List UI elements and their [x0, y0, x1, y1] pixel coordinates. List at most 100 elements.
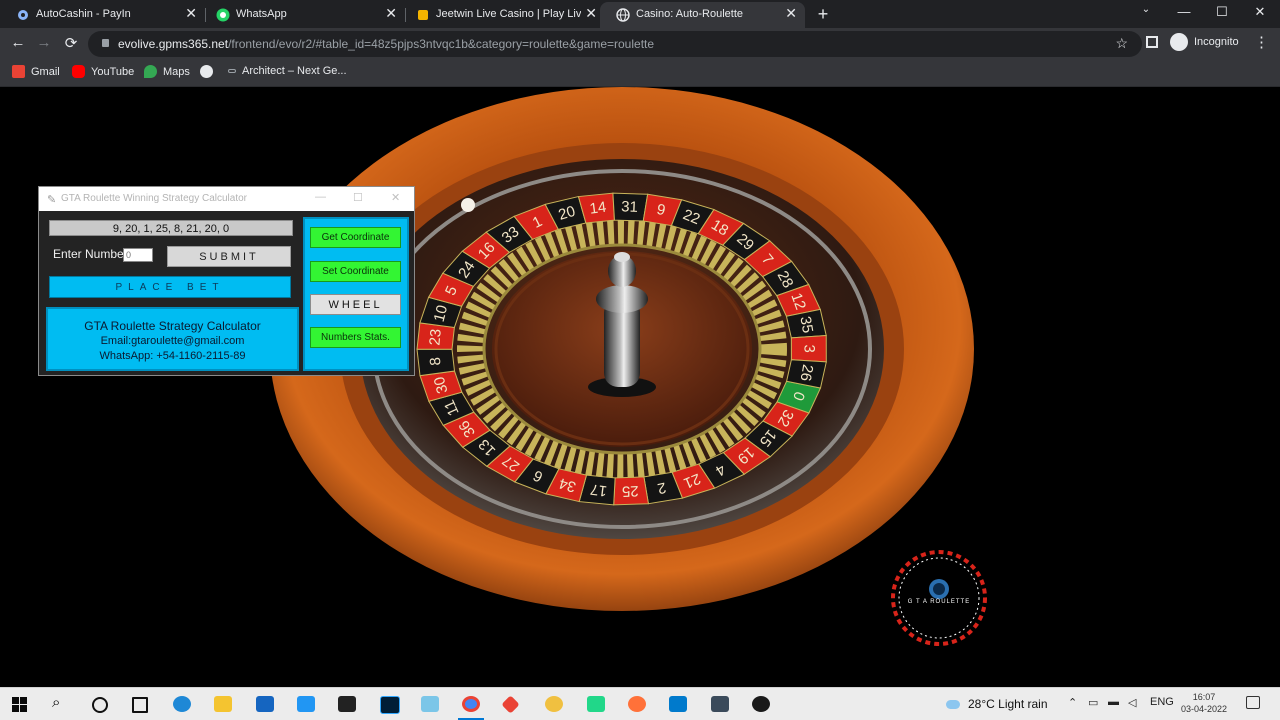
new-tab-button[interactable]: +	[814, 4, 832, 25]
calc-maximize-button[interactable]: ☐	[353, 191, 363, 204]
wheel-number-label: 8	[427, 356, 445, 366]
feather-icon: ✎	[47, 194, 57, 206]
roulette-wheel: 0321519421225173462713361130823105241633…	[270, 87, 974, 611]
logo-text: G T A ROULETTE	[907, 599, 971, 605]
forward-button[interactable]: →	[34, 34, 54, 51]
tab-casino-auto-roulette[interactable]: Casino: Auto-Roulette ✕	[600, 2, 805, 28]
battery-icon[interactable]: ▬	[1108, 696, 1119, 708]
bookmark-google[interactable]	[200, 65, 219, 78]
place-bet-button[interactable]: PLACE BET	[49, 276, 291, 298]
set-coordinate-button[interactable]: Set Coordinate	[310, 261, 401, 282]
minimize-button[interactable]: —	[1174, 4, 1194, 19]
incognito-indicator[interactable]: Incognito	[1170, 33, 1239, 51]
maximize-button[interactable]: ☐	[1212, 4, 1232, 20]
menu-icon[interactable]: ⋮	[1254, 33, 1269, 51]
cortana-icon[interactable]	[92, 697, 108, 713]
chrome-icon[interactable]	[462, 696, 480, 712]
url-text[interactable]: evolive.gpms365.net/frontend/evo/r2/#tab…	[118, 37, 654, 51]
tab-jeetwin[interactable]: Jeetwin Live Casino | Play Live Ro ✕	[400, 2, 605, 28]
task-view-icon[interactable]	[132, 697, 148, 713]
bookmark-architect[interactable]: Architect – Next Ge...	[228, 65, 347, 77]
edge-icon[interactable]	[173, 696, 191, 712]
bookmarks-bar: Gmail YouTube Maps Architect – Next Ge..…	[0, 60, 1280, 87]
pycharm-icon[interactable]	[587, 696, 605, 712]
bookmark-label: Maps	[163, 65, 190, 78]
globe-icon	[616, 8, 630, 22]
roulette-stream[interactable]: 0 32 15 19 4 21 2 25 17 34 6 27 13 36 11 30 8 23 10 5 24 16 33…	[0, 87, 1280, 687]
notification-icon[interactable]	[1246, 696, 1260, 709]
tab-strip: AutoCashin - PayIn ✕ WhatsApp ✕ Jeetwin …	[0, 0, 1280, 28]
maps-pin-icon	[144, 65, 157, 78]
gta-roulette-logo: G T A ROULETTE	[890, 549, 988, 647]
bookmark-youtube[interactable]: YouTube	[72, 65, 134, 78]
file-explorer-icon[interactable]	[214, 696, 232, 712]
close-tab-icon[interactable]: ✕	[185, 5, 197, 22]
bookmark-star-icon[interactable]: ☆	[1115, 35, 1128, 52]
side-panel-icon[interactable]	[1146, 36, 1158, 48]
lock-icon[interactable]	[102, 39, 109, 47]
info-email: Email:gtaroulette@gmail.com	[100, 335, 245, 347]
wheel-button[interactable]: WHEEL	[310, 294, 401, 315]
windows-start-icon[interactable]	[12, 697, 27, 712]
volume-icon[interactable]: ◁	[1128, 696, 1136, 709]
tab-search-chevron-icon[interactable]: ⌄	[1136, 4, 1156, 15]
calc-close-button[interactable]: ✕	[391, 191, 400, 204]
gmail-icon	[12, 65, 25, 78]
results-field[interactable]: 9, 20, 1, 25, 8, 21, 20, 0	[49, 220, 293, 236]
store-icon[interactable]	[256, 696, 274, 712]
calculator-titlebar[interactable]: ✎ GTA Roulette Winning Strategy Calculat…	[39, 187, 414, 211]
wheel-number-label: 23	[426, 328, 444, 346]
mail-icon[interactable]	[297, 696, 315, 712]
jeetwin-favicon-icon	[418, 10, 428, 20]
wheel-number-label: 26	[797, 363, 817, 382]
tab-whatsapp[interactable]: WhatsApp ✕	[200, 2, 406, 28]
get-coordinate-button[interactable]: Get Coordinate	[310, 227, 401, 248]
firefox-icon[interactable]	[628, 696, 646, 712]
clock-date: 03-04-2022	[1180, 704, 1228, 714]
bookmark-gmail[interactable]: Gmail	[12, 65, 60, 78]
calculator-actions-panel: Get Coordinate Set Coordinate WHEEL Numb…	[303, 217, 409, 371]
bookmark-label: YouTube	[91, 65, 135, 78]
submit-button[interactable]: SUBMIT	[167, 246, 291, 267]
search-icon[interactable]: ⌕	[52, 694, 70, 711]
number-input[interactable]	[123, 248, 153, 262]
info-whatsapp: WhatsApp: +54-1160-2115-89	[99, 350, 246, 362]
photoshop-icon[interactable]	[380, 696, 400, 714]
close-window-button[interactable]: ✕	[1250, 4, 1270, 20]
app-gray-icon[interactable]	[711, 696, 729, 712]
bookmark-label: Architect – Next Ge...	[242, 65, 347, 77]
google-icon	[200, 65, 213, 78]
tab-label: Jeetwin Live Casino | Play Live Ro	[436, 8, 581, 20]
bookmark-label: Gmail	[31, 65, 60, 78]
language-indicator[interactable]: ENG	[1150, 696, 1174, 708]
app-dark-icon[interactable]	[338, 696, 356, 712]
enter-number-label: Enter Number	[53, 247, 128, 261]
tab-label: AutoCashin - PayIn	[36, 8, 131, 20]
wheel-number-label: 35	[796, 315, 816, 334]
info-title: GTA Roulette Strategy Calculator	[84, 319, 261, 333]
app-red-icon[interactable]	[501, 695, 520, 714]
weather-widget[interactable]: 28°C Light rain	[946, 697, 1048, 711]
close-tab-icon[interactable]: ✕	[785, 5, 797, 22]
tab-label: WhatsApp	[236, 8, 287, 20]
bookmark-maps[interactable]: Maps	[144, 65, 190, 78]
network-icon[interactable]: ▭	[1088, 696, 1098, 709]
close-tab-icon[interactable]: ✕	[585, 5, 597, 22]
app-yellow-icon[interactable]	[545, 696, 563, 712]
clock-time: 16:07	[1192, 692, 1216, 702]
vscode-icon[interactable]	[669, 696, 687, 712]
address-bar[interactable]: evolive.gpms365.net/frontend/evo/r2/#tab…	[88, 31, 1142, 57]
tab-autocashin[interactable]: AutoCashin - PayIn ✕	[0, 2, 206, 28]
back-button[interactable]: ←	[8, 34, 28, 51]
roulette-ball	[461, 198, 475, 212]
show-hidden-icons-chevron-icon[interactable]: ⌃	[1068, 696, 1077, 709]
app-blue-icon[interactable]	[421, 696, 439, 712]
tab-label: Casino: Auto-Roulette	[636, 8, 744, 20]
calc-minimize-button[interactable]: —	[315, 191, 326, 203]
incognito-icon	[1170, 33, 1188, 51]
numbers-stats-button[interactable]: Numbers Stats.	[310, 327, 401, 348]
close-tab-icon[interactable]: ✕	[385, 5, 397, 22]
system-clock[interactable]: 16:07 03-04-2022	[1178, 691, 1230, 715]
app-black-icon[interactable]	[752, 696, 770, 712]
reload-button[interactable]: ⟳	[61, 34, 81, 52]
